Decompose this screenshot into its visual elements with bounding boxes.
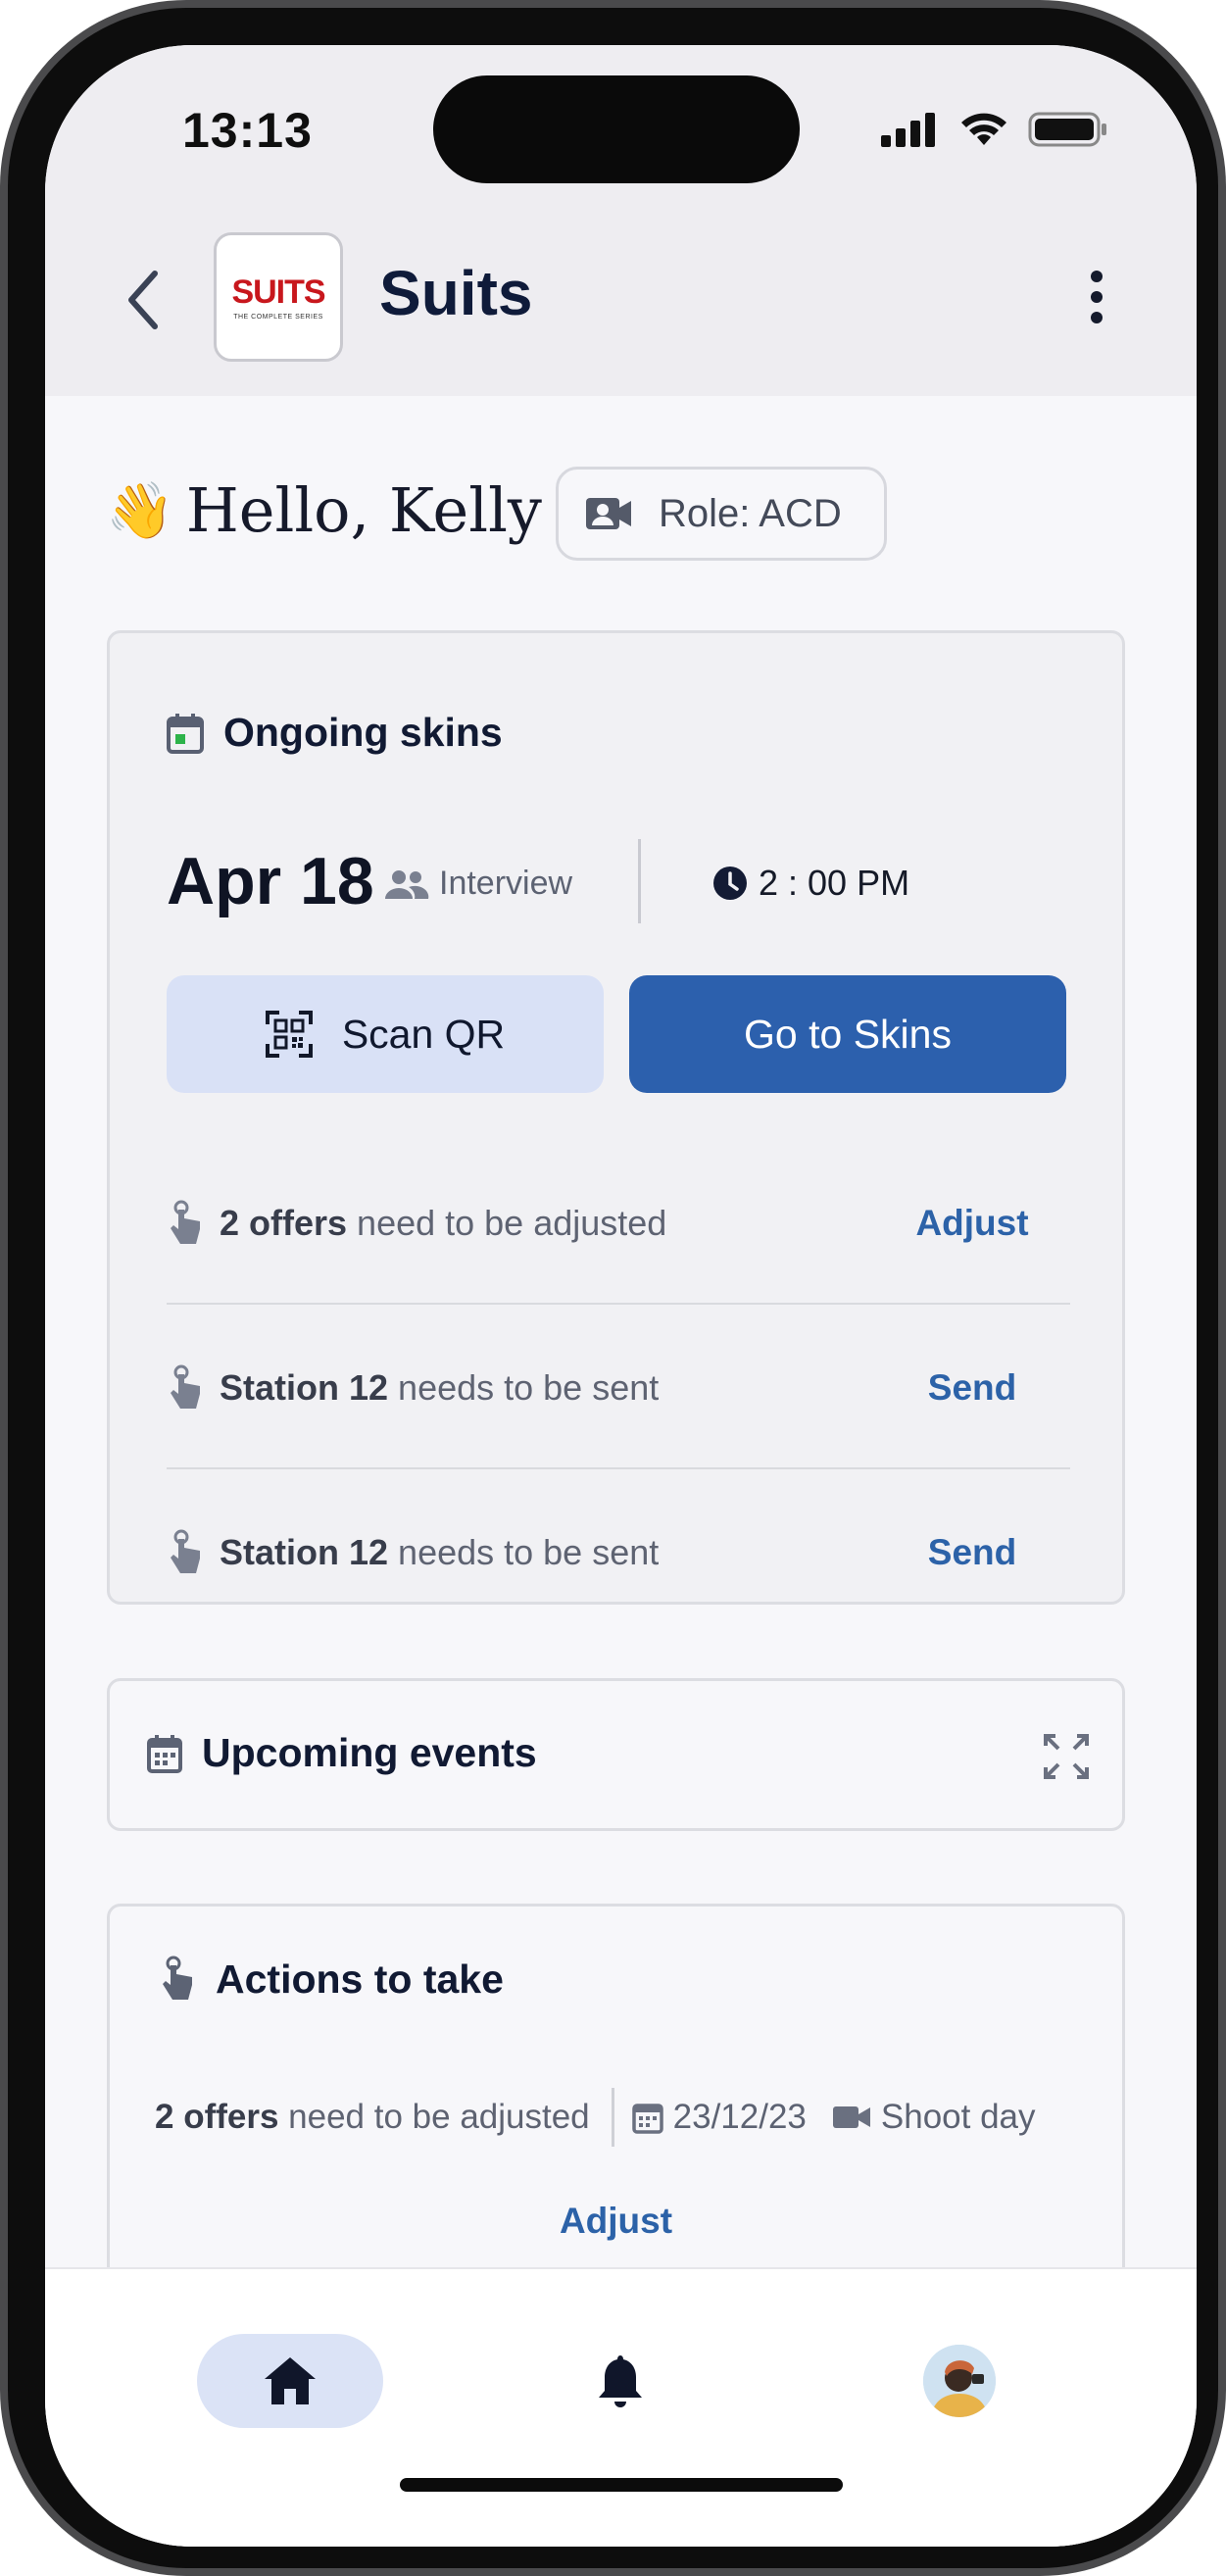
upcoming-events-title: Upcoming events bbox=[202, 1730, 537, 1775]
touch-hand-icon bbox=[171, 1529, 200, 1573]
send-link[interactable]: Send bbox=[874, 1532, 1070, 1573]
event-type: Interview bbox=[384, 865, 572, 903]
role-chip[interactable]: Role: ACD bbox=[556, 467, 887, 561]
divider bbox=[611, 2088, 614, 2147]
touch-hand-icon bbox=[171, 1200, 200, 1244]
ongoing-skins-card: Ongoing skins Apr 18 Interview 2: 00 PM… bbox=[107, 630, 1125, 1605]
action-event: Shoot day bbox=[832, 2098, 1036, 2137]
adjust-link[interactable]: Adjust bbox=[110, 2201, 1122, 2242]
wifi-icon bbox=[961, 113, 1006, 145]
avatar-image bbox=[923, 2345, 996, 2417]
action-item: 2 offers need to be adjusted 23/12/23 Sh… bbox=[155, 2083, 1086, 2152]
todo-text: 2 offers need to be adjusted bbox=[220, 1203, 874, 1244]
show-logo-word: SUITS bbox=[231, 273, 325, 311]
waving-hand-emoji: 👋 bbox=[106, 478, 174, 541]
page-title: Suits bbox=[379, 258, 533, 328]
event-time-label: 2 : 00 PM bbox=[759, 863, 910, 903]
expand-icon bbox=[1044, 1734, 1089, 1779]
adjust-link[interactable]: Adjust bbox=[874, 1203, 1070, 1244]
todo-text: Station 12 needs to be sent bbox=[220, 1367, 874, 1409]
role-label: Role: ACD bbox=[659, 491, 842, 535]
todo-rest: needs to be sent bbox=[388, 1532, 660, 1572]
clock-icon bbox=[713, 867, 747, 900]
avatar bbox=[923, 2345, 996, 2417]
todo-bold: Station 12 bbox=[220, 1367, 389, 1408]
scan-qr-button[interactable]: Scan QR bbox=[167, 975, 604, 1093]
ongoing-date-row: Apr 18 Interview 2: 00 PM bbox=[167, 839, 1070, 923]
calendar-icon bbox=[631, 2104, 663, 2134]
app-screen: 13:13 SUITS THE COMPLETE SERIES Suits 👋 … bbox=[45, 45, 1197, 2547]
go-to-skins-button[interactable]: Go to Skins bbox=[629, 975, 1066, 1093]
todo-bold: 2 offers bbox=[220, 1203, 348, 1243]
divider bbox=[167, 1467, 1070, 1469]
bottom-navigation bbox=[45, 2267, 1197, 2547]
touch-hand-icon bbox=[171, 1364, 200, 1409]
greeting-text: Hello, Kelly bbox=[185, 474, 542, 546]
dot bbox=[1091, 291, 1103, 303]
people-icon bbox=[385, 869, 429, 899]
videocam-icon bbox=[832, 2106, 870, 2128]
scan-qr-label: Scan QR bbox=[341, 1011, 506, 1057]
action-date: 23/12/23 bbox=[631, 2098, 807, 2137]
todo-rest: need to be adjusted bbox=[347, 1203, 667, 1243]
upcoming-events-card[interactable]: Upcoming events bbox=[107, 1678, 1125, 1831]
go-to-skins-label: Go to Skins bbox=[744, 1011, 952, 1057]
dot bbox=[1091, 312, 1103, 323]
greeting: 👋 Hello, Kelly bbox=[106, 474, 542, 546]
chevron-left-icon bbox=[128, 271, 158, 329]
event-time: 2 : 00 PM bbox=[711, 863, 909, 904]
actions-to-take-header: Actions to take bbox=[159, 1956, 504, 2003]
event-type-label: Interview bbox=[439, 865, 573, 902]
send-link[interactable]: Send bbox=[874, 1367, 1070, 1409]
header-area: 13:13 SUITS THE COMPLETE SERIES Suits bbox=[45, 45, 1197, 396]
phone-bezel: 13:13 SUITS THE COMPLETE SERIES Suits 👋 … bbox=[8, 8, 1218, 2568]
divider bbox=[167, 1303, 1070, 1305]
todo-bold: Station 12 bbox=[220, 1532, 389, 1572]
battery-icon bbox=[1028, 112, 1106, 147]
list-item: Station 12 needs to be sent Send bbox=[167, 1306, 1070, 1470]
actions-to-take-title: Actions to take bbox=[216, 1956, 504, 2002]
home-icon bbox=[265, 2357, 316, 2404]
contact-video-icon bbox=[586, 498, 631, 529]
divider bbox=[638, 839, 641, 923]
ongoing-skins-title: Ongoing skins bbox=[223, 710, 503, 755]
dynamic-island bbox=[433, 75, 800, 183]
phone-frame: 13:13 SUITS THE COMPLETE SERIES Suits 👋 … bbox=[0, 0, 1226, 2576]
touch-hand-icon bbox=[163, 1956, 192, 2000]
action-rest: need to be adjusted bbox=[278, 2098, 590, 2136]
todo-rest: needs to be sent bbox=[388, 1367, 660, 1408]
calendar-icon bbox=[147, 1734, 182, 1773]
action-text: 2 offers need to be adjusted bbox=[155, 2098, 590, 2137]
more-options-button[interactable] bbox=[1077, 263, 1116, 331]
vertical-dots-icon bbox=[1091, 271, 1103, 282]
ongoing-skins-header: Ongoing skins bbox=[167, 710, 503, 756]
upcoming-events-header: Upcoming events bbox=[147, 1730, 537, 1776]
status-icons bbox=[879, 110, 1108, 149]
show-logo-subtitle: THE COMPLETE SERIES bbox=[233, 314, 323, 321]
nav-notifications[interactable] bbox=[573, 2334, 667, 2428]
nav-home[interactable] bbox=[197, 2334, 383, 2428]
show-logo: SUITS THE COMPLETE SERIES bbox=[214, 232, 343, 362]
action-date-label: 23/12/23 bbox=[672, 2098, 807, 2136]
cellular-signal-icon bbox=[881, 113, 935, 147]
list-item: Station 12 needs to be sent Send bbox=[167, 1470, 1070, 1635]
calendar-today-icon bbox=[167, 713, 204, 754]
ongoing-date: Apr 18 bbox=[167, 844, 374, 918]
home-indicator bbox=[400, 2478, 843, 2492]
back-button[interactable] bbox=[114, 261, 172, 339]
qr-scan-icon bbox=[265, 1011, 313, 1058]
action-event-label: Shoot day bbox=[880, 2098, 1036, 2136]
action-bold: 2 offers bbox=[155, 2098, 279, 2136]
bell-icon bbox=[599, 2355, 642, 2407]
status-time: 13:13 bbox=[182, 103, 313, 158]
todo-text: Station 12 needs to be sent bbox=[220, 1532, 874, 1573]
nav-profile[interactable] bbox=[912, 2334, 1006, 2428]
list-item: 2 offers need to be adjusted Adjust bbox=[167, 1141, 1070, 1306]
expand-button[interactable] bbox=[1042, 1732, 1091, 1781]
